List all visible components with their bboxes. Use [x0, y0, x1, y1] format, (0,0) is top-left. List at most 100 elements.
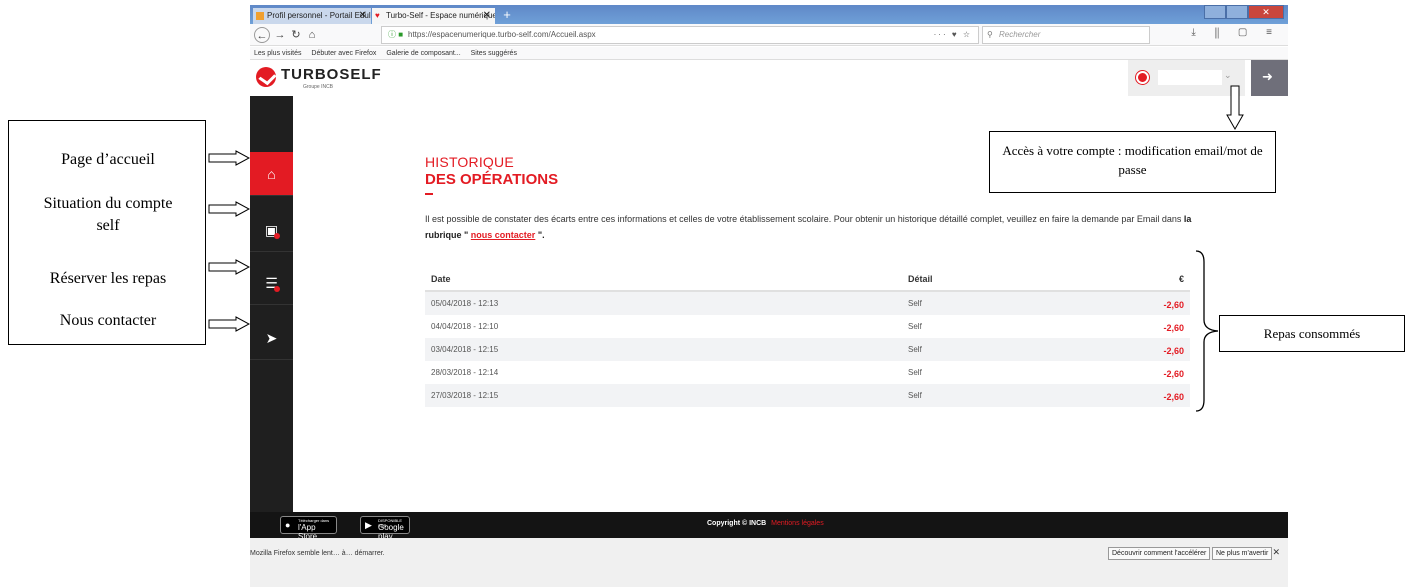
bookmark-suggested-sites[interactable]: Sites suggérés	[471, 50, 517, 57]
arrow-right-icon	[208, 316, 250, 332]
tab-profil[interactable]: Profil personnel - Portail Edulo ✕	[253, 8, 371, 24]
row-date: 27/03/2018 - 12:15	[431, 391, 499, 400]
home-icon[interactable]: ⌂	[304, 27, 320, 43]
turboself-logo-icon[interactable]	[256, 67, 276, 87]
row-amount: -2,60	[1163, 300, 1184, 310]
user-icon	[1136, 71, 1149, 84]
intro-sentence: Il est possible de constater des écarts …	[425, 214, 1184, 224]
operations-table: Date Détail € 05/04/2018 - 12:13 Self -2…	[425, 266, 1190, 407]
table-row: 04/04/2018 - 12:10 Self -2,60	[425, 315, 1190, 338]
bookmarks-toolbar: Les plus visités Débuter avec Firefox Ga…	[250, 47, 1288, 60]
chevron-down-icon[interactable]: ⌄	[1224, 70, 1232, 81]
search-placeholder: Rechercher	[999, 30, 1041, 39]
search-icon: ⚲	[987, 30, 993, 39]
column-header-detail: Détail	[908, 274, 933, 284]
column-header-date: Date	[431, 274, 451, 284]
tab-turboself[interactable]: ♥ Turbo-Self - Espace numérique ✕	[372, 8, 495, 24]
window-controls: ✕	[1204, 5, 1284, 19]
page-favicon-icon	[256, 12, 264, 20]
arrow-down-icon	[1226, 85, 1244, 130]
lock-icon: ⓘ ■	[388, 30, 404, 39]
page-actions-icon[interactable]: ··· ♥ ☆	[934, 27, 972, 43]
minimize-button[interactable]	[1204, 5, 1226, 19]
table-header: Date Détail €	[425, 266, 1190, 292]
back-icon[interactable]: ←	[254, 27, 270, 43]
column-header-amount: €	[1178, 274, 1184, 284]
legend-home: Page d’accueil	[61, 151, 155, 168]
dont-warn-button[interactable]: Ne plus m'avertir	[1212, 547, 1273, 560]
maximize-button[interactable]	[1226, 5, 1248, 19]
title-underline	[425, 193, 433, 195]
row-date: 03/04/2018 - 12:15	[431, 345, 499, 354]
row-detail: Self	[908, 391, 922, 400]
speed-up-button[interactable]: Découvrir comment l'accélérer	[1108, 547, 1211, 560]
google-play-badge[interactable]: ▶ DISPONIBLE SUR Google play	[360, 516, 410, 541]
legal-notice-link[interactable]: Mentions légales	[771, 520, 824, 527]
table-row: 27/03/2018 - 12:15 Self -2,60	[425, 384, 1190, 407]
toolbar-icons[interactable]: ⤓ ⫼ ▢ ≡	[1191, 27, 1280, 38]
account-access-callout: Accès à votre compte : modification emai…	[989, 131, 1276, 193]
contact-link[interactable]: nous contacter	[471, 230, 536, 240]
row-date: 04/04/2018 - 12:10	[431, 322, 499, 331]
search-input[interactable]: ⚲ Rechercher	[982, 26, 1150, 44]
row-detail: Self	[908, 299, 922, 308]
url-bar[interactable]: ⓘ ■ https://espacenumerique.turbo-self.c…	[381, 26, 979, 44]
row-amount: -2,60	[1163, 392, 1184, 402]
arrow-right-icon	[208, 150, 250, 166]
legend-account-status: Situation du compte self	[43, 195, 173, 234]
arrow-right-icon	[208, 259, 250, 275]
row-amount: -2,60	[1163, 369, 1184, 379]
close-icon[interactable]: ✕	[1272, 547, 1280, 558]
tab-label: Turbo-Self - Espace numérique	[386, 11, 495, 20]
tab-label: Profil personnel - Portail Edulo	[267, 11, 371, 20]
row-detail: Self	[908, 368, 922, 377]
page-title-line1: HISTORIQUE	[425, 154, 514, 170]
copyright-text: Copyright © INCB	[707, 520, 767, 527]
paper-plane-icon: ➤	[265, 330, 278, 346]
table-row: 05/04/2018 - 12:13 Self -2,60	[425, 292, 1190, 315]
account-name-field[interactable]	[1158, 70, 1222, 85]
new-tab-button[interactable]: +	[500, 7, 514, 22]
sidebar: ⌂ ▣ ☰ ➤	[250, 96, 293, 512]
close-window-button[interactable]: ✕	[1248, 5, 1284, 19]
browser-window: Profil personnel - Portail Edulo ✕ ♥ Tur…	[250, 5, 1288, 587]
brace-icon	[1195, 250, 1219, 412]
row-date: 28/03/2018 - 12:14	[431, 368, 499, 377]
arrow-right-icon	[208, 201, 250, 217]
navigation-toolbar: ← → ↻ ⌂ ⓘ ■ https://espacenumerique.turb…	[250, 24, 1288, 46]
alert-dot	[274, 286, 280, 292]
turboself-favicon-icon: ♥	[375, 11, 380, 20]
home-icon: ⌂	[267, 166, 276, 182]
sidebar-item-book-meals[interactable]: ☰	[250, 261, 293, 305]
legend-book-meals: Réserver les repas	[49, 270, 167, 287]
sidebar-item-home[interactable]: ⌂	[250, 152, 293, 196]
legend-contact: Nous contacter	[59, 312, 157, 329]
close-tab-icon[interactable]: ✕	[359, 8, 367, 24]
bookmark-gallery[interactable]: Galerie de composant...	[386, 50, 460, 57]
tab-bar: Profil personnel - Portail Edulo ✕ ♥ Tur…	[250, 5, 1288, 24]
row-date: 05/04/2018 - 12:13	[431, 299, 499, 308]
site-header: TURBOSELF Groupe INCB ⌄	[250, 60, 1288, 96]
sidebar-item-contact[interactable]: ➤	[250, 316, 293, 360]
forward-icon[interactable]: →	[272, 27, 288, 43]
copyright: Copyright © INCB Mentions légales	[707, 520, 824, 527]
url-text: https://espacenumerique.turbo-self.com/A…	[408, 30, 596, 39]
play-icon: ▶	[365, 520, 372, 530]
brand-subtitle: Groupe INCB	[303, 84, 334, 90]
intro-end: ".	[537, 230, 545, 240]
close-tab-icon[interactable]: ✕	[483, 8, 491, 24]
row-amount: -2,60	[1163, 323, 1184, 333]
navigation-legend-box: Page d’accueil Situation du compte self …	[8, 120, 206, 345]
bookmark-getting-started[interactable]: Débuter avec Firefox	[311, 50, 376, 57]
app-store-badge[interactable]: ● Télécharger dans l'App Store	[280, 516, 337, 541]
alert-dot	[274, 233, 280, 239]
intro-text: Il est possible de constater des écarts …	[425, 211, 1225, 243]
brand-name[interactable]: TURBOSELF	[281, 66, 382, 83]
table-row: 28/03/2018 - 12:14 Self -2,60	[425, 361, 1190, 384]
sidebar-item-account-status[interactable]: ▣	[250, 208, 293, 252]
bookmark-most-visited[interactable]: Les plus visités	[254, 50, 301, 57]
notification-bar: Mozilla Firefox semble lent… à… démarrer…	[250, 538, 1288, 587]
reload-icon[interactable]: ↻	[288, 27, 304, 43]
logout-button[interactable]	[1251, 60, 1288, 96]
row-detail: Self	[908, 322, 922, 331]
